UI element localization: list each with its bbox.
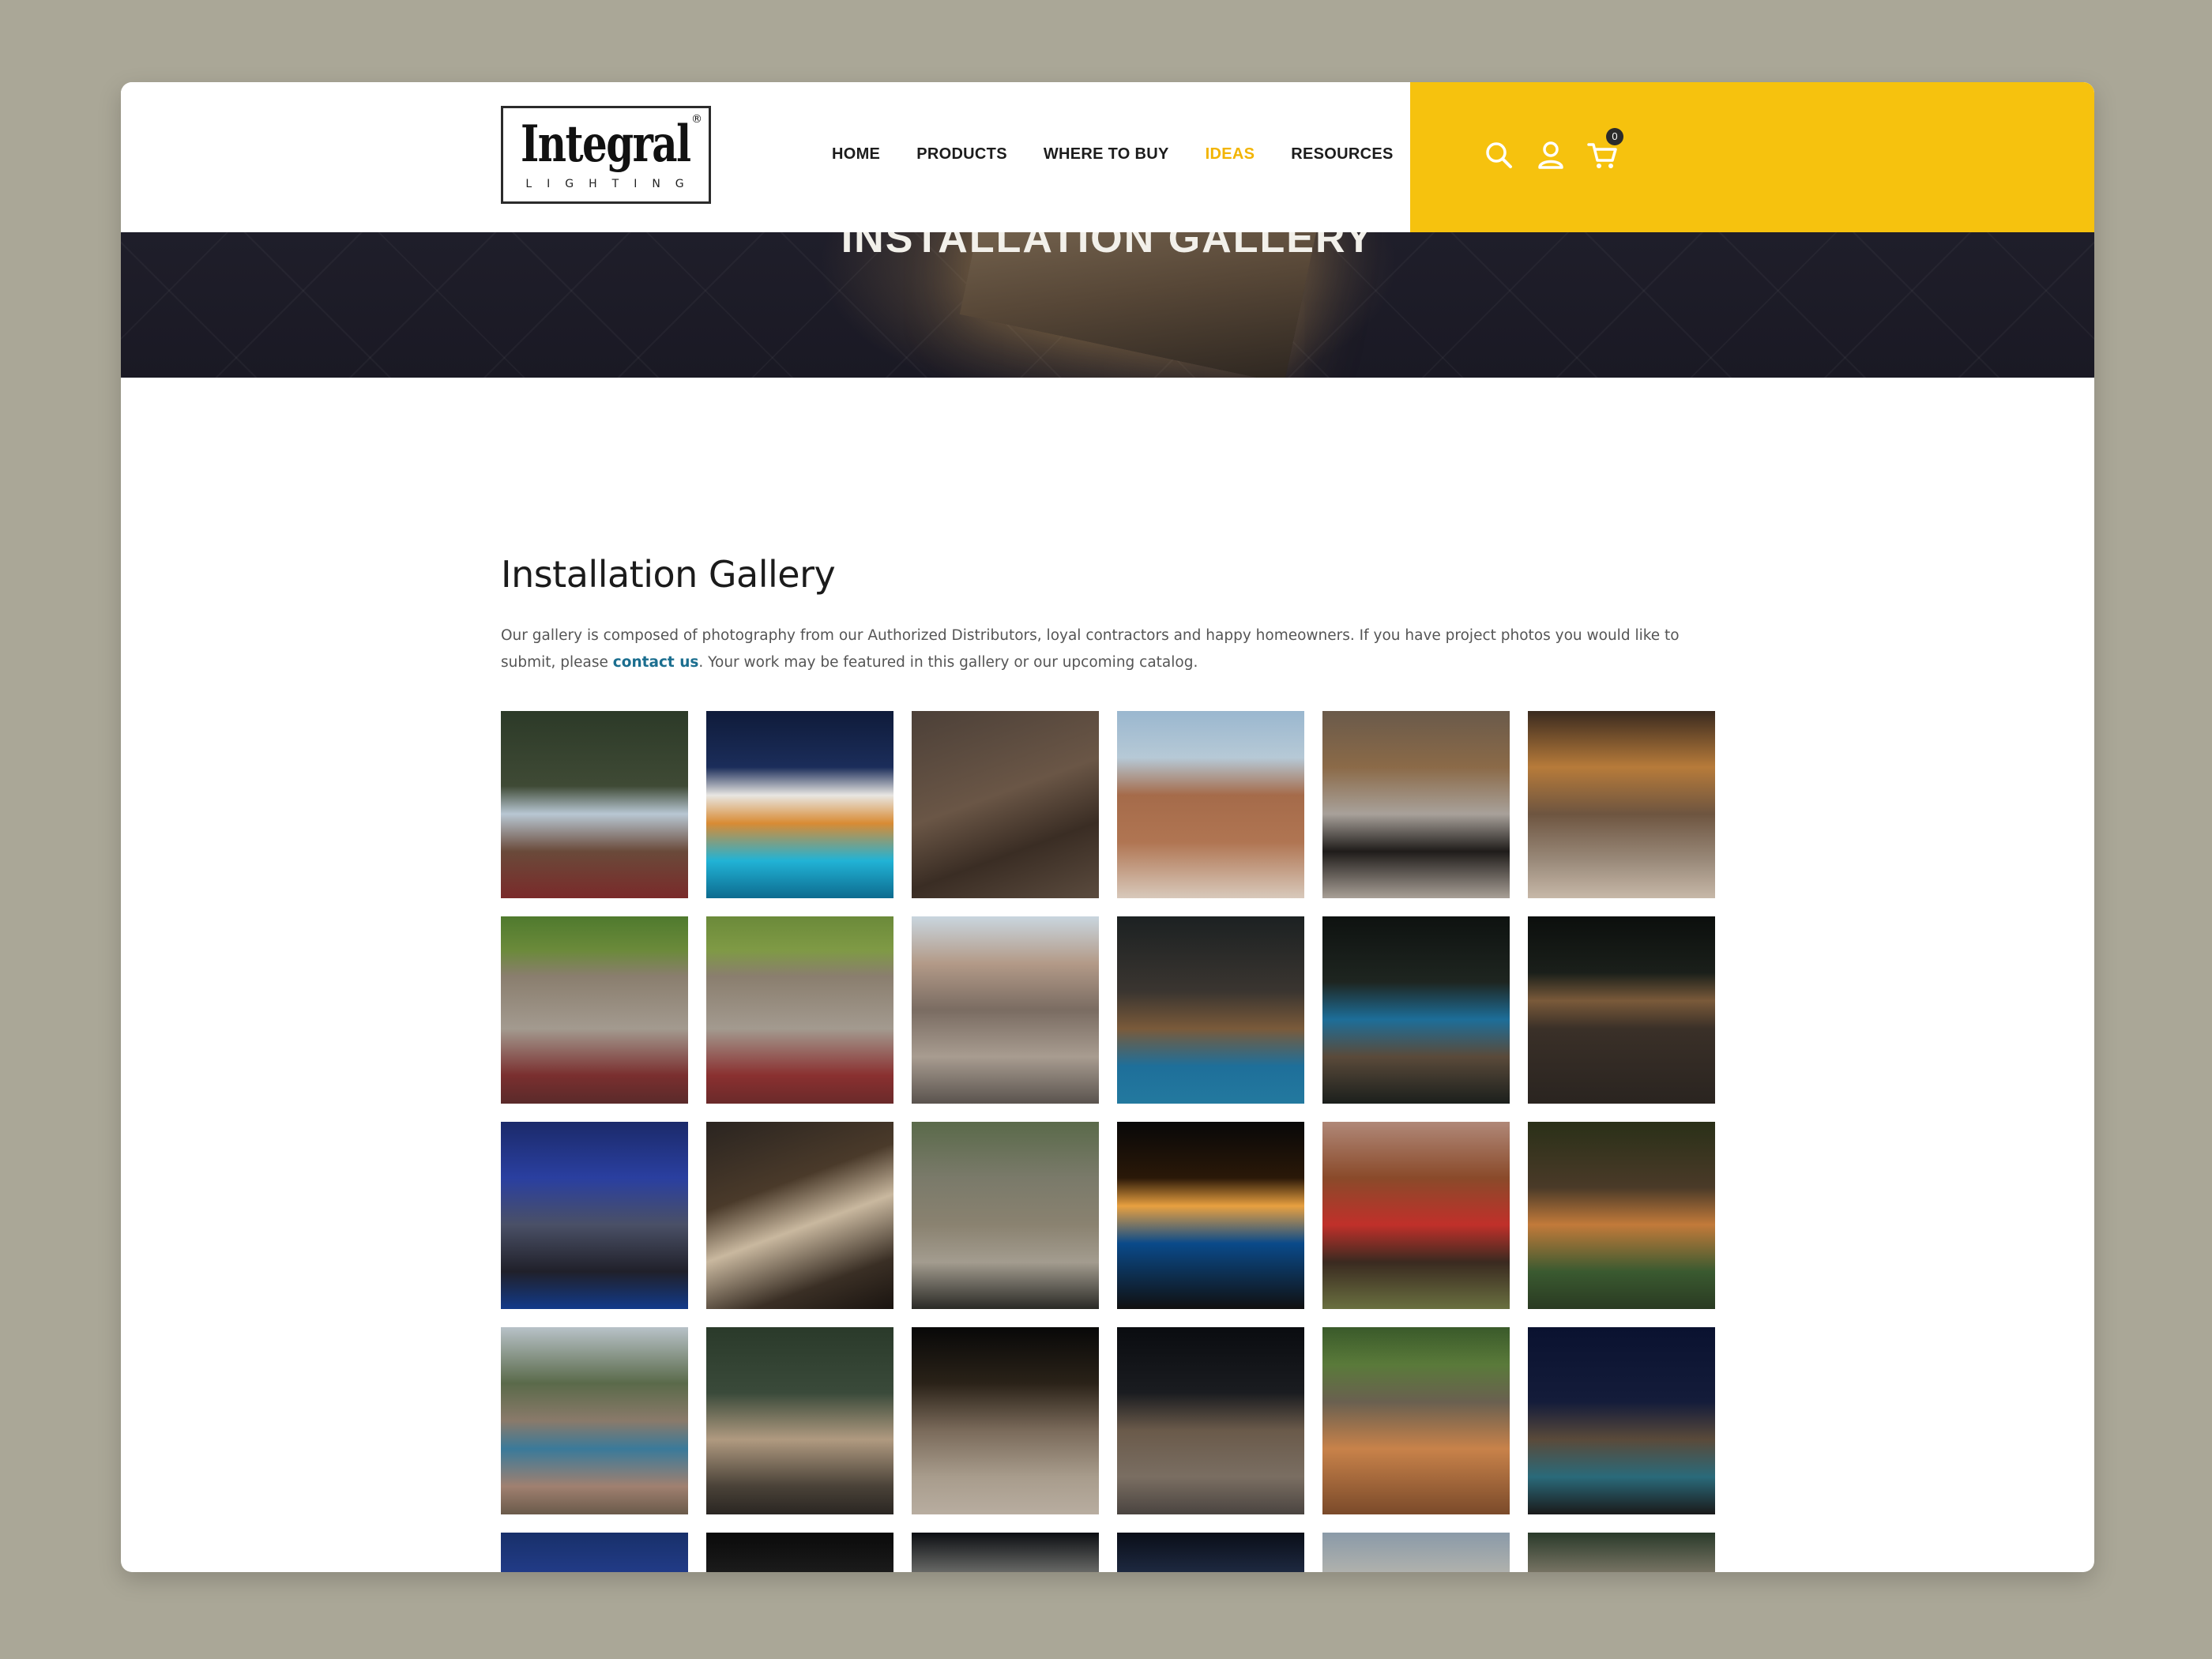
gallery-thumbnail[interactable] xyxy=(1117,916,1304,1104)
gallery-thumbnail[interactable] xyxy=(501,916,688,1104)
header-icons: 0 xyxy=(1481,128,1638,172)
gallery-thumbnail[interactable] xyxy=(1528,1327,1715,1514)
gallery-thumbnail[interactable] xyxy=(501,1533,688,1572)
contact-us-link[interactable]: contact us xyxy=(613,654,699,671)
browser-window: Integral ® LIGHTING HOME PRODUCTS WHERE … xyxy=(121,82,2094,1572)
gallery-thumbnail[interactable] xyxy=(1117,711,1304,898)
intro-text-end: . Your work may be featured in this gall… xyxy=(698,654,1198,671)
gallery-thumbnail[interactable] xyxy=(1117,1533,1304,1572)
gallery-thumbnail[interactable] xyxy=(912,1533,1099,1572)
integral-lighting-logo[interactable]: Integral ® LIGHTING xyxy=(501,106,711,204)
hero-title: INSTALLATION GALLERY xyxy=(841,232,1375,261)
hero-banner: INSTALLATION GALLERY xyxy=(121,232,2094,378)
gallery-thumbnail[interactable] xyxy=(501,711,688,898)
gallery-thumbnail[interactable] xyxy=(1117,1122,1304,1309)
gallery-thumbnail[interactable] xyxy=(1528,916,1715,1104)
gallery-thumbnail[interactable] xyxy=(706,1122,893,1309)
gallery-thumbnail[interactable] xyxy=(1117,1327,1304,1514)
gallery-thumbnail[interactable] xyxy=(706,916,893,1104)
nav-item-resources[interactable]: RESOURCES xyxy=(1291,145,1393,164)
gallery-thumbnail[interactable] xyxy=(501,1327,688,1514)
gallery-thumbnail[interactable] xyxy=(706,1327,893,1514)
gallery-thumbnail[interactable] xyxy=(1528,1122,1715,1309)
cart-icon[interactable]: 0 xyxy=(1586,128,1623,172)
gallery-thumbnail[interactable] xyxy=(501,1122,688,1309)
gallery-thumbnail[interactable] xyxy=(1322,1122,1510,1309)
gallery-thumbnail[interactable] xyxy=(912,1122,1099,1309)
gallery-thumbnail[interactable] xyxy=(1528,1533,1715,1572)
nav-item-where-to-buy[interactable]: WHERE TO BUY xyxy=(1044,145,1169,164)
nav-item-home[interactable]: HOME xyxy=(832,145,880,164)
logo-subtitle: LIGHTING xyxy=(525,178,699,190)
registered-mark: ® xyxy=(691,113,702,126)
gallery-thumbnail[interactable] xyxy=(912,711,1099,898)
gallery-thumbnail[interactable] xyxy=(1322,1327,1510,1514)
intro-paragraph: Our gallery is composed of photography f… xyxy=(501,623,1733,676)
gallery-thumbnail[interactable] xyxy=(1322,1533,1510,1572)
gallery-thumbnail[interactable] xyxy=(1322,711,1510,898)
gallery-thumbnail[interactable] xyxy=(1322,916,1510,1104)
page-title: Installation Gallery xyxy=(501,553,836,596)
user-icon[interactable] xyxy=(1533,137,1568,172)
gallery-thumbnail[interactable] xyxy=(912,916,1099,1104)
cart-count-badge: 0 xyxy=(1606,128,1623,145)
logo-wordmark: Integral xyxy=(521,115,691,174)
gallery-thumbnail[interactable] xyxy=(706,711,893,898)
nav-item-ideas[interactable]: IDEAS xyxy=(1206,145,1255,164)
main-nav: HOME PRODUCTS WHERE TO BUY IDEAS RESOURC… xyxy=(832,145,1430,164)
nav-item-products[interactable]: PRODUCTS xyxy=(916,145,1007,164)
site-header: Integral ® LIGHTING HOME PRODUCTS WHERE … xyxy=(121,82,2094,232)
search-icon[interactable] xyxy=(1481,137,1516,172)
gallery-thumbnail[interactable] xyxy=(1528,711,1715,898)
gallery-thumbnail[interactable] xyxy=(912,1327,1099,1514)
gallery-thumbnail[interactable] xyxy=(706,1533,893,1572)
